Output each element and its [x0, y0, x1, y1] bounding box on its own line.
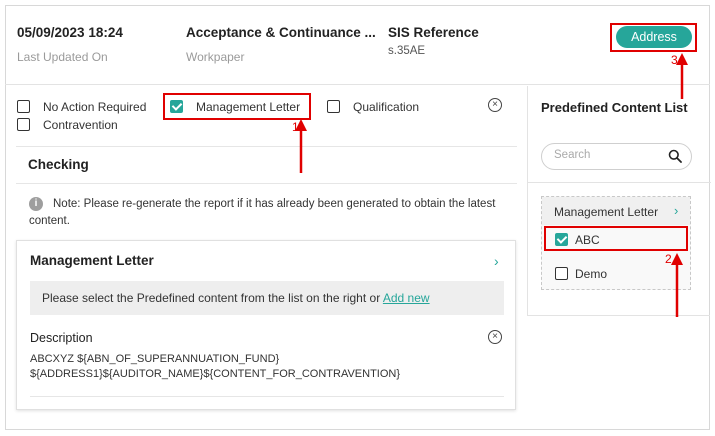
last-updated-value: 05/09/2023 18:24 [17, 25, 123, 40]
annotation-box-3 [610, 23, 697, 52]
last-updated-group: 05/09/2023 18:24 Last Updated On [17, 25, 123, 64]
annotation-arrow-1 [295, 119, 307, 173]
close-description-icon[interactable]: × [488, 330, 502, 344]
search-input[interactable] [554, 149, 664, 161]
group-header-management-letter[interactable]: Management Letter › [542, 197, 690, 225]
contravention-checkbox[interactable] [17, 118, 30, 131]
workpaper-value: Acceptance & Continuance ... [186, 25, 376, 40]
card-title: Management Letter [30, 253, 154, 268]
close-options-icon[interactable]: × [488, 98, 502, 112]
list-item-demo-label: Demo [575, 267, 608, 281]
last-updated-label: Last Updated On [17, 50, 108, 64]
search-icon[interactable] [668, 149, 682, 163]
annotation-box-2 [544, 226, 688, 251]
chevron-right-icon[interactable]: › [494, 253, 499, 269]
annotation-box-1 [163, 93, 311, 120]
add-new-link[interactable]: Add new [383, 291, 430, 305]
no-action-checkbox[interactable] [17, 100, 30, 113]
workpaper-group: Acceptance & Continuance ... Workpaper [186, 25, 376, 64]
predefined-content-title: Predefined Content List [541, 100, 688, 115]
card-divider [30, 396, 504, 397]
contravention-label: Contravention [43, 118, 118, 132]
sis-reference-label: SIS Reference [388, 25, 479, 40]
checking-title: Checking [28, 157, 89, 172]
qualification-checkbox[interactable] [327, 100, 340, 113]
no-action-label: No Action Required [43, 100, 147, 114]
predefined-content-message: Please select the Predefined content fro… [30, 281, 504, 315]
annotation-arrow-2 [671, 253, 683, 317]
sis-reference-group: SIS Reference s.35AE [388, 25, 479, 57]
sis-reference-value: s.35AE [388, 45, 426, 57]
panel-separator [528, 182, 711, 183]
annotation-arrow-3 [676, 53, 688, 99]
search-box [541, 143, 692, 170]
description-label: Description [30, 331, 93, 345]
message-text: Please select the Predefined content fro… [42, 291, 381, 305]
header-bar: 05/09/2023 18:24 Last Updated On Accepta… [5, 5, 710, 85]
chevron-right-icon: › [674, 203, 679, 218]
list-item-demo-checkbox[interactable] [555, 267, 568, 280]
workpaper-label: Workpaper [186, 50, 245, 64]
management-letter-card: Management Letter › Please select the Pr… [16, 240, 516, 410]
qualification-label: Qualification [353, 100, 420, 114]
group-label: Management Letter [554, 205, 659, 219]
description-text: ABCXYZ ${ABN_OF_SUPERANNUATION_FUND} ${A… [30, 353, 401, 380]
checking-section: Checking [16, 146, 517, 184]
note-text: Note: Please re-generate the report if i… [29, 198, 496, 227]
